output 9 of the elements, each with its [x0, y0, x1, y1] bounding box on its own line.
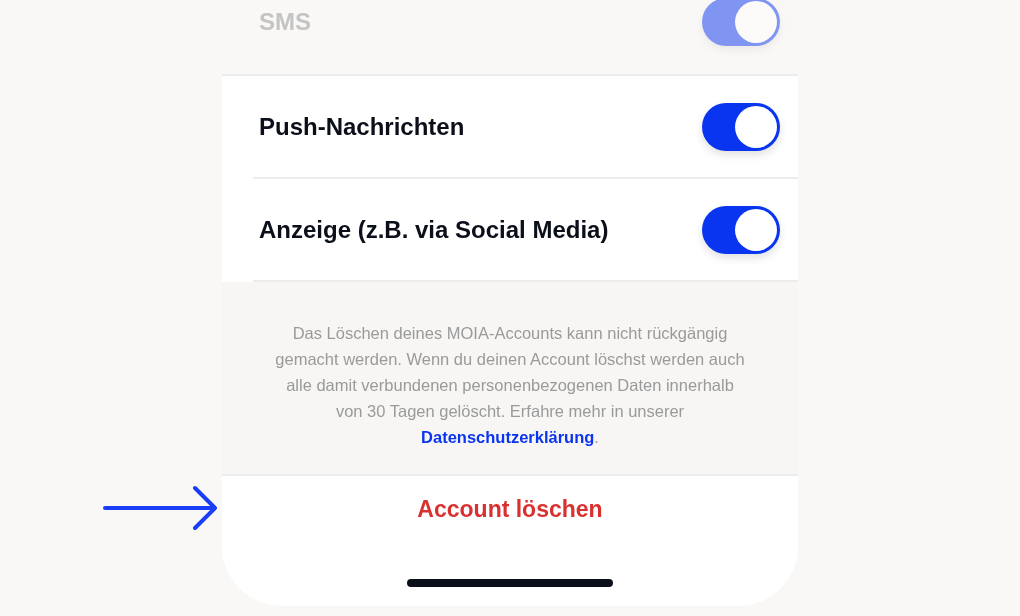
privacy-link[interactable]: Datenschutzerklärung [421, 428, 595, 446]
arrow-icon [103, 484, 219, 532]
delete-account-button[interactable]: Account löschen [409, 492, 611, 527]
info-text: Das Löschen deines MOIA-Accounts kann nicht rückgängig gemacht werden. Wenn du deinen Account löschst werden auch alle damit verbundenen personenbezogenen Daten innerhalb von 30 Tagen gelöscht. Erfahre mehr in unserer Datenschutzerklärung. [274, 323, 746, 448]
setting-label: Push-Nachrichten [259, 112, 465, 141]
setting-label: Anzeige (z.B. via Social Media) [259, 215, 609, 244]
toggle-switch[interactable] [702, 0, 780, 46]
toggle-switch[interactable] [702, 205, 780, 254]
toggle-switch[interactable] [702, 102, 780, 151]
